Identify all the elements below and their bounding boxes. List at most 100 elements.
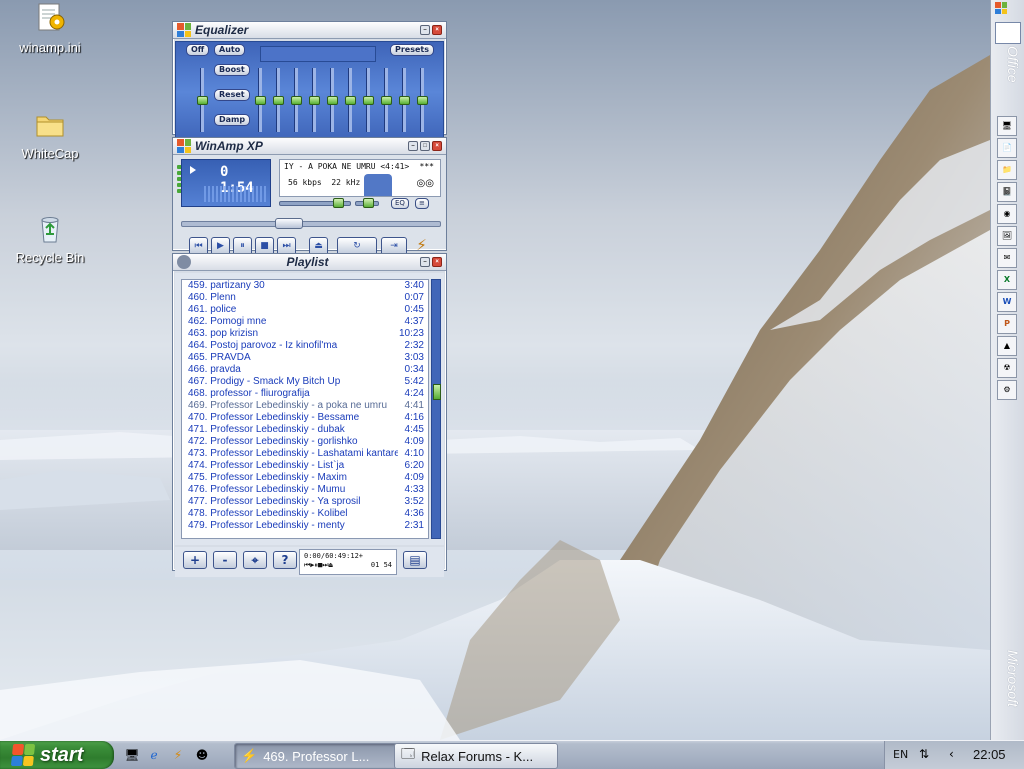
eq-band-slider[interactable] [345, 68, 356, 132]
playlist-row[interactable]: 471. Professor Lebedinskiy - dubak 4:45 [182, 424, 428, 436]
word-icon[interactable]: W [997, 292, 1017, 312]
playlist-row[interactable]: 468. professor - fliurografija 4:24 [182, 388, 428, 400]
playlist-row[interactable]: 460. Plenn 0:07 [182, 292, 428, 304]
volume-knob[interactable] [333, 198, 344, 208]
powerpoint-icon[interactable]: P [997, 314, 1017, 334]
tools-icon[interactable]: ⚙ [997, 380, 1017, 400]
eq-band-slider[interactable] [417, 68, 428, 132]
eq-band-slider[interactable] [327, 68, 338, 132]
minimize-button[interactable]: – [420, 25, 430, 35]
computer-icon[interactable]: 🖥 [997, 116, 1017, 136]
eq-toggle-button[interactable]: EQ [391, 198, 409, 209]
chevron-left-icon[interactable]: ‹ [949, 747, 954, 761]
playlist-titlebar[interactable]: Playlist – × [173, 254, 446, 271]
minimize-button[interactable]: – [408, 141, 418, 151]
playlist-row[interactable]: 469. Professor Lebedinskiy - a poka ne u… [182, 400, 428, 412]
eq-band-slider[interactable] [363, 68, 374, 132]
office-label: Office [1005, 46, 1021, 83]
playlist-row[interactable]: 467. Prodigy - Smack My Bitch Up 5:42 [182, 376, 428, 388]
playlist-row[interactable]: 474. Professor Lebedinskiy - List`ja 6:20 [182, 460, 428, 472]
playlist-row[interactable]: 479. Professor Lebedinskiy - menty 2:31 [182, 520, 428, 532]
add-file-button[interactable]: + [183, 551, 207, 569]
language-indicator[interactable]: EN [893, 748, 908, 761]
eq-auto-button[interactable]: Auto [214, 44, 246, 56]
balance-knob[interactable] [363, 198, 374, 208]
playlist-toggle-button[interactable]: ≡ [415, 198, 429, 209]
mini-transport-icons[interactable]: ⏮▶⏸■⏭⏏ [304, 561, 333, 570]
scrollbar-thumb[interactable] [433, 384, 441, 400]
office-folder-icon[interactable] [995, 22, 1021, 44]
track-name: 479. Professor Lebedinskiy - menty [188, 520, 345, 531]
winamp-quicklaunch-icon[interactable]: ⚡ [170, 747, 186, 763]
playlist-row[interactable]: 476. Professor Lebedinskiy - Mumu 4:33 [182, 484, 428, 496]
close-button[interactable]: × [432, 141, 442, 151]
select-button[interactable]: ⌖ [243, 551, 267, 569]
close-button[interactable]: × [432, 257, 442, 267]
playlist-row[interactable]: 475. Professor Lebedinskiy - Maxim 4:09 [182, 472, 428, 484]
show-desktop-icon[interactable]: 🖥 [124, 747, 140, 763]
eq-off-button[interactable]: Off [186, 44, 210, 56]
shade-button[interactable]: □ [420, 141, 430, 151]
eq-boost-button[interactable]: Boost [214, 64, 250, 76]
app-quicklaunch-icon[interactable]: ☻ [194, 747, 210, 763]
equalizer-titlebar[interactable]: Equalizer – × [173, 22, 446, 39]
visualization-display[interactable]: 0 1:54 [181, 159, 271, 207]
equalizer-title: Equalizer [195, 23, 249, 37]
eq-reset-button[interactable]: Reset [214, 89, 250, 101]
start-button[interactable]: start [0, 741, 114, 769]
playlist-row[interactable]: 478. Professor Lebedinskiy - Kolibel 4:36 [182, 508, 428, 520]
close-button[interactable]: × [432, 25, 442, 35]
outlook-icon[interactable]: ◉ [997, 204, 1017, 224]
minimize-button[interactable]: – [420, 257, 430, 267]
playlist-row[interactable]: 466. pravda 0:34 [182, 364, 428, 376]
internet-explorer-icon[interactable]: ℯ [146, 747, 162, 763]
channel-indicator [364, 174, 392, 196]
notebook-icon[interactable]: 📓 [997, 182, 1017, 202]
clock[interactable]: 22:05 [973, 747, 1006, 762]
radiation-icon[interactable]: ☢ [997, 358, 1017, 378]
winamp-lightning-icon[interactable]: ⚡ [413, 237, 430, 254]
seek-bar[interactable] [181, 221, 441, 227]
desktop-icon-recycle-bin[interactable]: Recycle Bin [0, 212, 100, 265]
playlist-row[interactable]: 459. partizany 30 3:40 [182, 280, 428, 292]
eq-preamp-slider[interactable] [197, 68, 208, 132]
playlist-row[interactable]: 465. PRAVDA 3:03 [182, 352, 428, 364]
player-titlebar[interactable]: WinAmp XP – □ × [173, 138, 446, 155]
playlist-row[interactable]: 477. Professor Lebedinskiy - Ya sprosil 3… [182, 496, 428, 508]
eq-band-slider[interactable] [291, 68, 302, 132]
eq-band-slider[interactable] [381, 68, 392, 132]
desktop-icon-winamp-ini[interactable]: winamp.ini [0, 2, 100, 55]
office-logo-icon[interactable] [995, 2, 1007, 14]
playlist-scrollbar[interactable] [431, 279, 441, 539]
desktop-icon-whitecap[interactable]: WhiteCap [0, 108, 100, 161]
photo-icon[interactable]: 🖼 [997, 226, 1017, 246]
task-browser[interactable]: 🗔 Relax Forums - K... [394, 743, 558, 769]
eq-band-slider[interactable] [255, 68, 266, 132]
eq-presets-button[interactable]: Presets [390, 44, 435, 56]
eq-band-slider[interactable] [309, 68, 320, 132]
mail-icon[interactable]: ✉ [997, 248, 1017, 268]
seek-knob[interactable] [275, 218, 303, 229]
remove-file-button[interactable]: - [213, 551, 237, 569]
misc-button[interactable]: ? [273, 551, 297, 569]
desktop-icon-label: WhiteCap [21, 146, 79, 161]
task-winamp[interactable]: ⚡ 469. Professor L... [234, 743, 398, 769]
eq-band-slider[interactable] [399, 68, 410, 132]
eq-damp-button[interactable]: Damp [214, 114, 251, 126]
network-icon[interactable]: ⇅ [919, 747, 929, 761]
player-title: WinAmp XP [195, 139, 263, 153]
eq-band-slider[interactable] [273, 68, 284, 132]
task-label: 469. Professor L... [263, 748, 370, 764]
playlist-row[interactable]: 463. pop krizisn 10:23 [182, 328, 428, 340]
playlist-row[interactable]: 462. Pomogi mne 4:37 [182, 316, 428, 328]
folder-icon[interactable]: 📁 [997, 160, 1017, 180]
playlist-row[interactable]: 461. police 0:45 [182, 304, 428, 316]
triangle-icon[interactable]: ▲ [997, 336, 1017, 356]
playlist-row[interactable]: 464. Postoj parovoz - Iz kinofil'ma 2:32 [182, 340, 428, 352]
list-options-button[interactable]: ▤ [403, 551, 427, 569]
playlist-row[interactable]: 473. Professor Lebedinskiy - Lashatami k… [182, 448, 428, 460]
playlist-row[interactable]: 470. Professor Lebedinskiy - Bessame 4:16 [182, 412, 428, 424]
document-icon[interactable]: 📄 [997, 138, 1017, 158]
excel-icon[interactable]: X [997, 270, 1017, 290]
playlist-row[interactable]: 472. Professor Lebedinskiy - gorlishko 4:… [182, 436, 428, 448]
